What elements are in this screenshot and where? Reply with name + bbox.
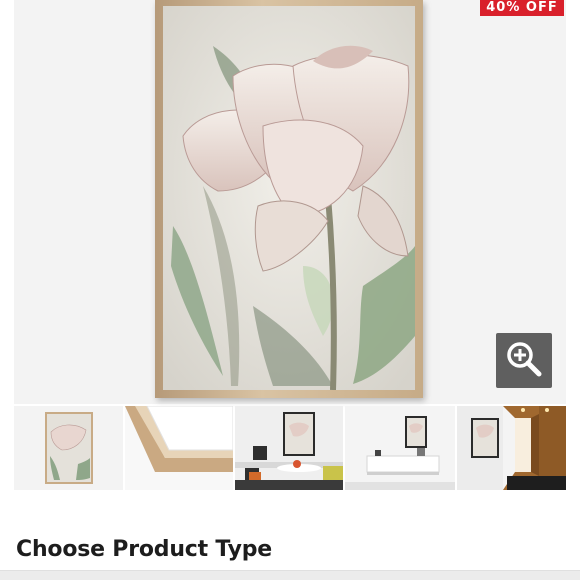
- sale-badge: 40% OFF: [480, 0, 564, 16]
- section-title: Choose Product Type: [16, 537, 273, 562]
- magnifier-plus-icon: [504, 339, 544, 383]
- thumb-kitchen[interactable]: [235, 406, 343, 490]
- zoom-button[interactable]: [496, 333, 552, 388]
- thumb-product-front[interactable]: [14, 406, 123, 490]
- thumb-frame-corner[interactable]: [125, 406, 233, 490]
- thumbnail-strip: [14, 406, 566, 490]
- thumb-hallway[interactable]: [457, 406, 566, 490]
- thumb-living-room[interactable]: [345, 406, 455, 490]
- section-divider: [0, 570, 580, 580]
- tulip-artwork: [163, 6, 415, 390]
- main-product-image[interactable]: [155, 0, 423, 398]
